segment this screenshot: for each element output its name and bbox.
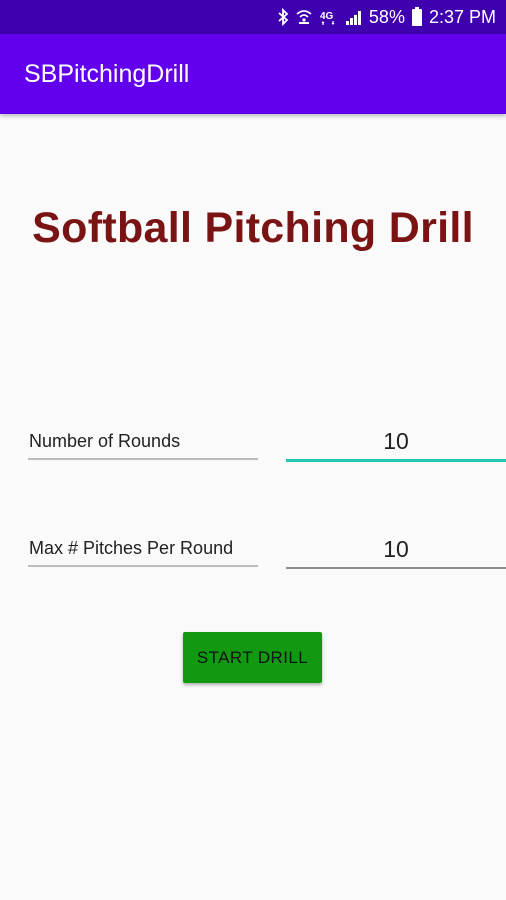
app-title: SBPitchingDrill [24,60,190,88]
wifi-calling-icon [295,8,313,26]
max-pitches-label: Max # Pitches Per Round [29,538,234,558]
bluetooth-icon [277,8,289,26]
status-icons: 4G 58% 2:37 PM [277,0,496,34]
rounds-input[interactable] [286,423,506,459]
rounds-label-underline [28,458,258,460]
max-pitches-input[interactable] [286,531,506,567]
svg-text:4G: 4G [320,11,334,22]
max-pitches-input-underline [286,567,506,569]
max-pitches-label-underline [28,565,258,567]
battery-percent: 58% [368,6,405,27]
status-bar: 4G 58% 2:37 PM [0,0,506,34]
battery-icon [411,7,423,27]
page-title: Softball Pitching Drill [32,204,474,252]
screen: 4G 58% 2:37 PM SBPitchingDrill Softball … [0,0,506,900]
lte-icon: 4G [319,8,339,26]
rounds-label: Number of Rounds [29,431,181,451]
signal-icon [345,8,363,26]
rounds-input-underline [286,459,506,462]
start-drill-button[interactable]: START DRILL [183,632,322,683]
app-bar: SBPitchingDrill [0,34,506,114]
clock: 2:37 PM [428,6,496,27]
